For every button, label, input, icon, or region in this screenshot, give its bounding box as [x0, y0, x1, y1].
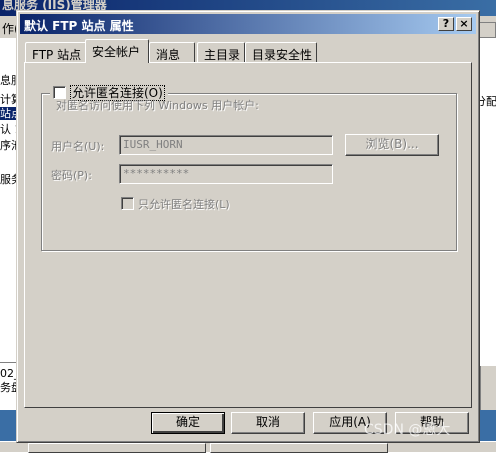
- watermark: CSDN @恩大: [364, 422, 451, 438]
- only-anonymous-checkbox[interactable]: 只允许匿名连接(L): [121, 196, 230, 212]
- anonymous-description: 对匿名访问使用下列 Windows 用户帐户:: [56, 99, 259, 112]
- tab-ftp-site[interactable]: FTP 站点: [25, 42, 87, 62]
- cancel-button[interactable]: 取消: [231, 412, 305, 434]
- tab-security-accounts[interactable]: 安全帐户: [85, 39, 149, 63]
- dialog-title: 默认 FTP 站点 属性: [24, 19, 134, 33]
- username-field[interactable]: IUSR_HORN: [119, 135, 333, 155]
- checkbox-icon[interactable]: [121, 197, 134, 210]
- close-button[interactable]: ×: [456, 17, 472, 31]
- only-anonymous-label: 只允许匿名连接(L): [138, 198, 230, 211]
- password-field[interactable]: **********: [119, 164, 333, 184]
- tab-directory-security[interactable]: 目录安全性: [245, 42, 317, 62]
- taskbar-button[interactable]: [210, 443, 388, 453]
- password-label: 密码(P):: [51, 169, 92, 182]
- browse-button[interactable]: 浏览(B)...: [345, 134, 439, 156]
- tab-home-directory[interactable]: 主目录: [197, 42, 245, 62]
- properties-dialog: 默认 FTP 站点 属性 ? × FTP 站点 安全帐户 消息 主目录 目录安全…: [16, 10, 480, 443]
- dialog-titlebar[interactable]: 默认 FTP 站点 属性 ? ×: [20, 14, 476, 34]
- help-title-button[interactable]: ?: [438, 17, 454, 31]
- ok-button[interactable]: 确定: [151, 412, 225, 434]
- tab-messages[interactable]: 消息: [149, 42, 195, 62]
- background-scrollbar[interactable]: [480, 366, 496, 410]
- taskbar-button[interactable]: [28, 443, 206, 453]
- username-label: 用户名(U):: [51, 140, 105, 153]
- background-toolbar-button[interactable]: [478, 22, 496, 38]
